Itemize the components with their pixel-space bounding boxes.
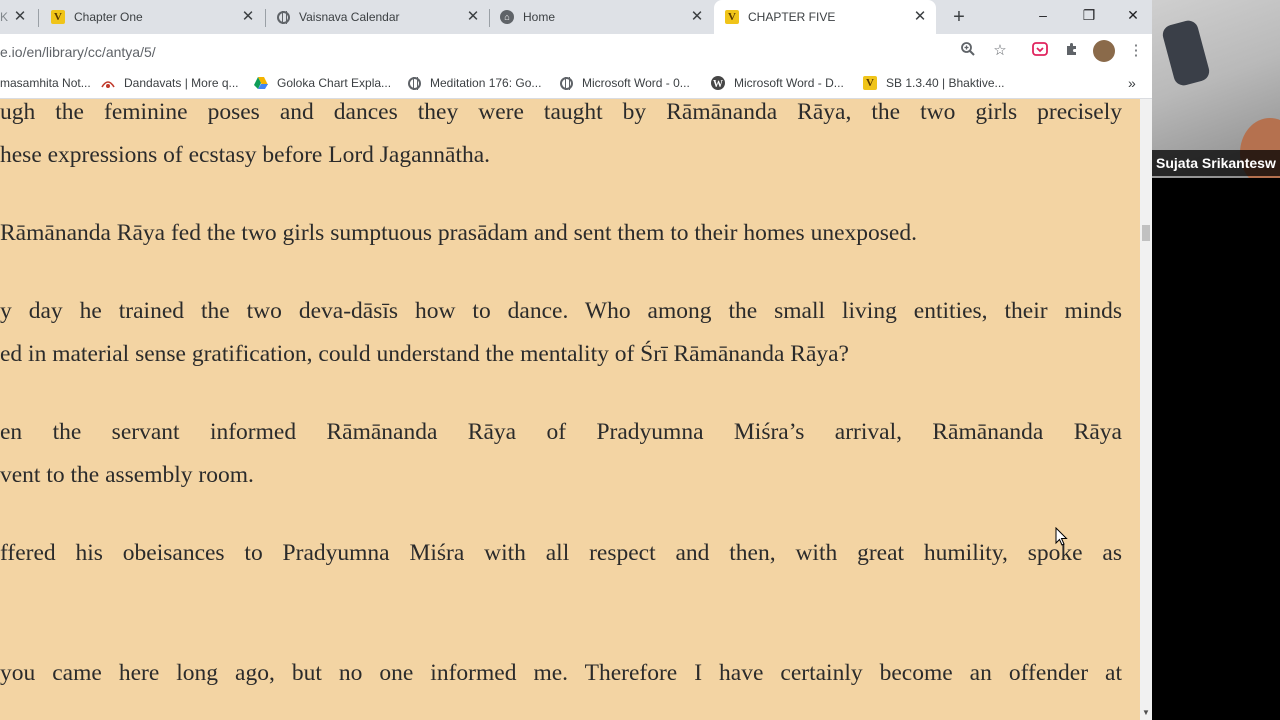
tab-home[interactable]: ⌂ Home ✕ [491, 0, 713, 34]
close-icon[interactable]: ✕ [12, 9, 28, 25]
v-icon: V [724, 9, 740, 25]
text-line: you came here long ago, but no one infor… [0, 660, 1122, 686]
home-icon: ⌂ [499, 9, 515, 25]
bookmark-label: Microsoft Word - D... [734, 76, 844, 90]
paragraph: you came here long ago, but no one infor… [0, 652, 1122, 695]
globe-icon [406, 75, 422, 91]
pocket-extension-icon[interactable] [1030, 41, 1050, 61]
tab-label: CHAPTER FIVE [748, 10, 836, 24]
address-bar[interactable]: e.io/en/library/cc/antya/5/ [0, 38, 1026, 66]
tab-chapter-one[interactable]: V Chapter One ✕ [42, 0, 264, 34]
bookmark-item[interactable]: Microsoft Word - 0... [558, 74, 690, 92]
scrollbar-thumb[interactable] [1142, 225, 1150, 241]
svg-text:W: W [713, 79, 723, 90]
paragraph: ffered his obeisances to Pradyumna Miśra… [0, 532, 1122, 575]
participant-name: Sujata Srikantesw [1152, 150, 1280, 176]
menu-icon[interactable]: ⋮ [1126, 41, 1146, 61]
wordpress-icon: W [710, 75, 726, 91]
v-icon: V [50, 9, 66, 25]
tab-label: Chapter One [74, 10, 143, 24]
tab-separator [489, 9, 490, 27]
bookmark-item[interactable]: masamhita Not... [0, 74, 91, 92]
tab-chapter-five[interactable]: V CHAPTER FIVE ✕ [714, 0, 936, 34]
globe-icon [558, 75, 574, 91]
browser-window: K ✕ V Chapter One ✕ Vaisnava Calendar ✕ … [0, 0, 1152, 720]
bookmark-label: Meditation 176: Go... [430, 76, 542, 90]
text-line: Rāmānanda Rāya fed the two girls sumptuo… [0, 220, 917, 246]
tab-partial[interactable]: K ✕ [0, 0, 36, 34]
paragraph: ugh the feminine poses and dances they w… [0, 99, 1122, 176]
avatar[interactable] [1093, 40, 1115, 62]
vertical-scrollbar[interactable]: ▼ [1140, 99, 1152, 720]
tab-label: Home [523, 10, 556, 24]
v-icon: V [862, 75, 878, 91]
video-background-shape [1160, 18, 1212, 88]
star-icon[interactable]: ☆ [990, 41, 1010, 61]
minimize-button[interactable]: – [1020, 0, 1066, 30]
text-line: y day he trained the two deva-dāsīs how … [0, 298, 1122, 324]
close-icon[interactable]: ✕ [465, 9, 481, 25]
participant-video[interactable]: Sujata Srikantesw [1152, 0, 1280, 178]
text-line: vent to the assembly room. [0, 461, 254, 488]
bookmark-item[interactable]: W Microsoft Word - D... [710, 74, 844, 92]
tab-vaisnava-calendar[interactable]: Vaisnava Calendar ✕ [267, 0, 489, 34]
new-tab-button[interactable]: + [948, 6, 970, 28]
bookmark-label: masamhita Not... [0, 76, 91, 90]
dandavats-icon [100, 75, 116, 91]
paragraph: en the servant informed Rāmānanda Rāya o… [0, 411, 1122, 496]
tab-strip: K ✕ V Chapter One ✕ Vaisnava Calendar ✕ … [0, 0, 1152, 34]
bookmark-label: Goloka Chart Expla... [277, 76, 392, 90]
video-call-panel: Sujata Srikantesw [1152, 0, 1280, 720]
bookmark-item[interactable]: Meditation 176: Go... [406, 74, 541, 92]
bookmark-label: SB 1.3.40 | Bhaktive... [886, 76, 1005, 90]
scroll-down-arrow-icon[interactable]: ▼ [1141, 708, 1151, 718]
text-line: ed in material sense gratification, coul… [0, 340, 849, 367]
paragraph: Rāmānanda Rāya fed the two girls sumptuo… [0, 212, 1122, 255]
bookmark-item[interactable]: V SB 1.3.40 | Bhaktive... [862, 74, 1005, 92]
text-line: en the servant informed Rāmānanda Rāya o… [0, 419, 1122, 445]
paragraph: y day he trained the two deva-dāsīs how … [0, 290, 1122, 375]
bookmark-label: Microsoft Word - 0... [582, 76, 690, 90]
reading-pane: ugh the feminine poses and dances they w… [0, 99, 1140, 720]
close-icon[interactable]: ✕ [689, 9, 705, 25]
bookmark-item[interactable]: Goloka Chart Expla... [253, 74, 391, 92]
bookmark-label: Dandavats | More q... [124, 76, 239, 90]
puzzle-icon[interactable] [1062, 41, 1082, 61]
maximize-button[interactable]: ❐ [1066, 0, 1112, 30]
close-icon[interactable]: ✕ [240, 9, 256, 25]
text-line: hese expressions of ecstasy before Lord … [0, 141, 491, 168]
text-line: ffered his obeisances to Pradyumna Miśra… [0, 540, 1122, 566]
globe-icon [275, 9, 291, 25]
tab-label: Vaisnava Calendar [299, 10, 400, 24]
zoom-icon[interactable] [958, 41, 978, 61]
address-text: e.io/en/library/cc/antya/5/ [0, 44, 156, 60]
toolbar: e.io/en/library/cc/antya/5/ ☆ ⋮ [0, 34, 1152, 68]
close-icon[interactable]: ✕ [912, 9, 928, 25]
close-window-button[interactable]: ✕ [1110, 0, 1152, 30]
drive-icon [253, 75, 269, 91]
bookmarks-overflow-button[interactable]: » [1128, 74, 1136, 92]
mouse-cursor-icon [1055, 527, 1068, 546]
tab-separator [38, 9, 39, 27]
bookmarks-bar: masamhita Not... Dandavats | More q... G… [0, 68, 1152, 99]
tab-separator [265, 9, 266, 27]
bookmark-item[interactable]: Dandavats | More q... [100, 74, 239, 92]
text-line: ugh the feminine poses and dances they w… [0, 99, 1122, 125]
